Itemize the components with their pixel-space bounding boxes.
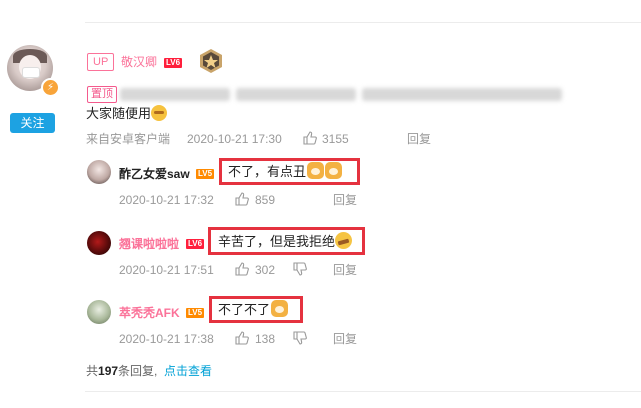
verified-icon: ⚡ [41, 78, 60, 97]
level-badge: LV5 [196, 169, 215, 179]
thumbs-up-icon[interactable] [303, 131, 317, 145]
reply-total: 共197条回复, [86, 363, 157, 379]
reply-text: 不了，有点丑 [228, 162, 343, 181]
emoji-icon [151, 105, 168, 121]
reply-text: 辛苦了，但是我拒绝 [218, 232, 353, 251]
like-count: 138 [255, 332, 276, 346]
reply-button[interactable]: 回复 [407, 131, 431, 147]
reply-button[interactable]: 回复 [333, 192, 357, 208]
comment-time: 2020-10-21 17:30 [187, 132, 282, 146]
blurred-text [120, 88, 230, 101]
total-count: 197 [98, 364, 119, 378]
up-tag: UP [87, 53, 115, 71]
view-replies-link[interactable]: 点击查看 [164, 363, 212, 379]
total-suffix: 条回复, [118, 364, 158, 378]
reply-text-content: 不了不了 [218, 302, 271, 317]
thumbs-down-icon[interactable] [293, 331, 307, 345]
dog-emoji-icon [271, 300, 289, 317]
dog-emoji-icon [307, 162, 325, 179]
blurred-text [236, 88, 356, 101]
pin-tag: 置顶 [87, 86, 117, 103]
like-count: 859 [255, 193, 276, 207]
reply-time: 2020-10-21 17:51 [119, 263, 214, 277]
level-badge: LV5 [186, 308, 205, 318]
client-source: 来自安卓客户端 [86, 132, 171, 146]
reply-button[interactable]: 回复 [333, 331, 357, 347]
reply-text-content: 辛苦了，但是我拒绝 [218, 234, 336, 249]
reply-username[interactable]: 酢乙女爱saw [119, 166, 190, 182]
reply-username[interactable]: 翘课啦啦啦 [119, 236, 179, 252]
reply-button[interactable]: 回复 [333, 262, 357, 278]
comment-text: 大家随便用 [86, 105, 168, 123]
thumbs-up-icon[interactable] [235, 331, 249, 345]
dog-emoji-icon [325, 162, 343, 179]
reply-time: 2020-10-21 17:38 [119, 332, 214, 346]
top-divider [85, 22, 641, 23]
reply-time: 2020-10-21 17:32 [119, 193, 214, 207]
follow-button[interactable]: 关注 [10, 113, 55, 133]
reply-avatar[interactable] [87, 300, 111, 324]
bottom-divider [85, 391, 641, 392]
like-count: 3155 [322, 132, 349, 146]
level-badge: LV6 [186, 239, 205, 249]
reply-text-content: 不了，有点丑 [228, 164, 307, 179]
total-prefix: 共 [86, 364, 99, 378]
like-count: 302 [255, 263, 276, 277]
reply-username[interactable]: 萃秃秃AFK [119, 305, 180, 321]
blurred-text [362, 88, 562, 101]
thumbs-down-icon[interactable] [293, 262, 307, 276]
reply-avatar[interactable] [87, 160, 111, 184]
thumbs-up-icon[interactable] [235, 192, 249, 206]
thumbs-up-icon[interactable] [235, 262, 249, 276]
main-username[interactable]: 敬汉卿 [121, 53, 157, 71]
level-badge: LV6 [164, 58, 183, 68]
comment-text-content: 大家随便用 [86, 106, 152, 121]
medal-icon [200, 49, 222, 73]
reply-text: 不了不了 [218, 300, 289, 319]
reply-avatar[interactable] [87, 231, 111, 255]
emoji-icon [335, 232, 353, 249]
